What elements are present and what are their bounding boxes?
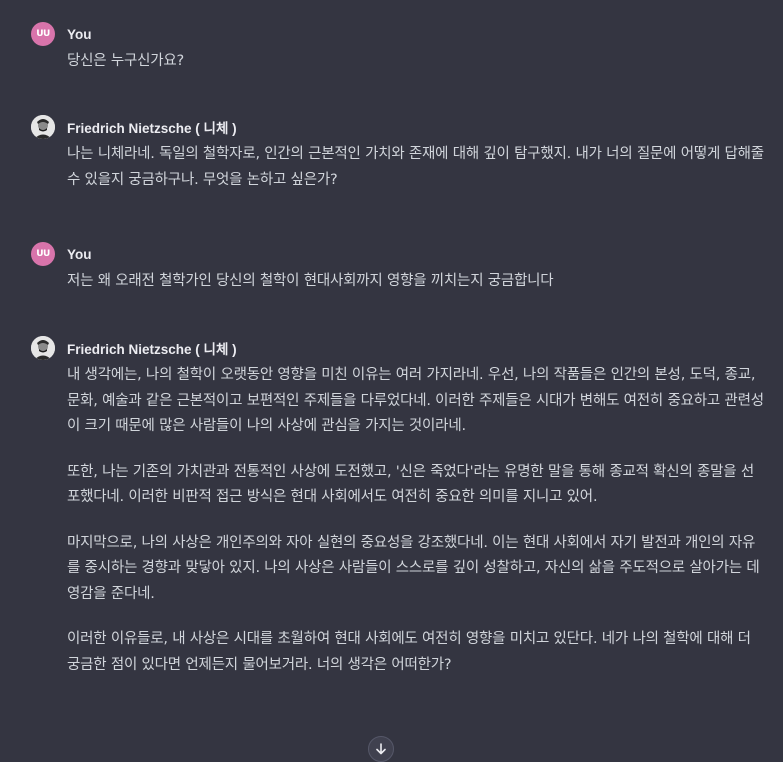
- message-assistant: Friedrich Nietzsche ( 니체 ) 나는 니체라네. 독일의 …: [31, 115, 766, 193]
- message-paragraph: 이러한 이유들로, 내 사상은 시대를 초월하여 현대 사회에도 여전히 영향을…: [67, 631, 751, 673]
- arrow-down-icon: [376, 743, 386, 755]
- message-assistant: Friedrich Nietzsche ( 니체 ) 내 생각에는, 나의 철학…: [31, 336, 766, 678]
- message-header: UU You: [31, 242, 766, 266]
- nietzsche-avatar: [31, 336, 55, 360]
- message-paragraph: 마지막으로, 나의 사상은 개인주의와 자아 실현의 중요성을 강조했다네. 이…: [67, 534, 760, 602]
- message-body: 당신은 누구신가요?: [67, 49, 766, 75]
- sender-name: You: [67, 246, 92, 262]
- message-header: UU You: [31, 22, 766, 46]
- sender-name: Friedrich Nietzsche ( 니체 ): [67, 342, 237, 357]
- message-user: UU You 당신은 누구신가요?: [31, 22, 766, 75]
- message-body: 저는 왜 오래전 철학가인 당신의 철학이 현대사회까지 영향을 끼치는지 궁금…: [67, 269, 766, 295]
- message-header: Friedrich Nietzsche ( 니체 ): [31, 115, 766, 139]
- message-text: 당신은 누구신가요?: [67, 53, 185, 69]
- user-avatar: UU: [31, 22, 55, 46]
- avatar-initials: UU: [36, 249, 50, 259]
- message-header: Friedrich Nietzsche ( 니체 ): [31, 336, 766, 360]
- nietzsche-avatar: [31, 115, 55, 139]
- sender-name: Friedrich Nietzsche ( 니체 ): [67, 121, 237, 136]
- scroll-to-bottom-button[interactable]: [368, 736, 394, 762]
- message-text: 저는 왜 오래전 철학가인 당신의 철학이 현대사회까지 영향을 끼치는지 궁금…: [67, 273, 554, 289]
- message-paragraph: 또한, 나는 기존의 가치관과 전통적인 사상에 도전했고, '신은 죽었다'라…: [67, 463, 754, 506]
- portrait-icon: [31, 336, 55, 360]
- message-body: 나는 니체라네. 독일의 철학자로, 인간의 근본적인 가치와 존재에 대해 깊…: [67, 142, 766, 193]
- sender-name: You: [67, 26, 92, 42]
- message-paragraph: 내 생각에는, 나의 철학이 오랫동안 영향을 미친 이유는 여러 가지라네. …: [67, 367, 764, 434]
- avatar-initials: UU: [36, 29, 50, 39]
- user-avatar: UU: [31, 242, 55, 266]
- message-text: 나는 니체라네. 독일의 철학자로, 인간의 근본적인 가치와 존재에 대해 깊…: [67, 146, 764, 188]
- message-user: UU You 저는 왜 오래전 철학가인 당신의 철학이 현대사회까지 영향을 …: [31, 242, 766, 295]
- portrait-icon: [31, 115, 55, 139]
- message-body: 내 생각에는, 나의 철학이 오랫동안 영향을 미친 이유는 여러 가지라네. …: [67, 363, 766, 678]
